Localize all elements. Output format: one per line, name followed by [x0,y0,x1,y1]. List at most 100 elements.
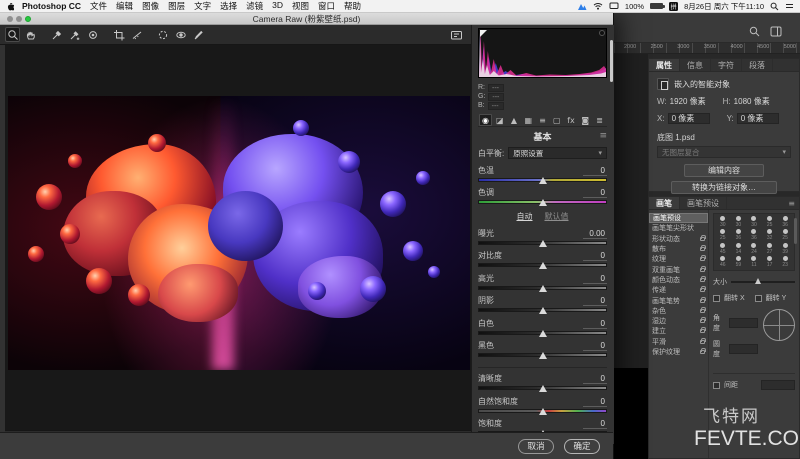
shadow-clipping-marker[interactable] [480,30,487,37]
panel-tab-icon[interactable]: ◉ [479,114,492,126]
slider-track[interactable] [478,386,607,390]
slider-thumb[interactable] [539,408,547,415]
slider-thumb[interactable] [539,262,547,269]
panel-tab-icon[interactable]: ◙ [579,114,592,126]
slider-track[interactable] [478,331,607,335]
scrollbar-thumb[interactable] [794,218,797,244]
slider-value[interactable]: 0 [583,251,607,261]
spacing-checkbox[interactable] [713,382,720,389]
panel-tab[interactable]: 信息 [680,59,711,71]
menu-item[interactable]: 图像 [142,0,159,12]
zoom-tool[interactable] [5,27,20,42]
menu-item[interactable]: 文字 [194,0,211,12]
menu-item[interactable]: 窗口 [318,0,335,12]
slider-track[interactable] [478,409,607,413]
red-eye-tool[interactable] [173,27,188,42]
brush-preset[interactable]: 14 [731,242,747,256]
convert-to-linked-button[interactable]: 转换为链接对象… [671,181,777,194]
panel-tab-icon[interactable]: ≡ [536,114,549,126]
white-balance-tool[interactable] [49,27,64,42]
slider-value[interactable]: 0 [583,341,607,351]
brush-preset[interactable]: 25 [762,215,778,229]
brush-preset[interactable]: 32 [762,229,778,243]
highlight-clipping-marker[interactable] [599,30,605,36]
menu-item[interactable]: 滤镜 [246,0,263,12]
brush-preset[interactable]: 39 [777,242,793,256]
auto-link[interactable]: 自动 [517,211,533,222]
slider-value[interactable]: 0 [583,296,607,306]
brush-preset[interactable]: 23 [777,256,793,270]
slider-value[interactable]: 0 [583,397,607,407]
brush-panel-item[interactable]: 传递 [649,285,708,295]
menu-item[interactable]: 图层 [168,0,185,12]
slider-value[interactable]: 0 [583,319,607,329]
slider-track[interactable] [478,286,607,290]
brush-panel-item[interactable]: 纹理 [649,254,708,264]
brush-panel-item[interactable]: 平滑 [649,337,708,347]
white-balance-select[interactable]: 原照设置 ▾ [508,147,607,159]
slider-value[interactable]: 0 [583,374,607,384]
brush-preset[interactable]: 46 [715,256,731,270]
panel-tab-icon[interactable]: ◪ [493,114,506,126]
slider-track[interactable] [478,178,607,182]
menu-item[interactable]: 选择 [220,0,237,12]
apple-menu-icon[interactable] [6,1,14,11]
slider-value[interactable]: 0 [583,166,607,176]
brush-panel-item[interactable]: 双重画笔 [649,264,708,274]
slider-thumb[interactable] [539,285,547,292]
menu-item[interactable]: 视图 [292,0,309,12]
slider-value[interactable]: 0 [583,419,607,429]
slider-thumb[interactable] [539,177,547,184]
angle-dial[interactable] [763,309,795,341]
control-center-icon[interactable] [785,2,794,10]
targeted-adjustment-tool[interactable] [85,27,100,42]
brush-preset[interactable]: 59 [731,256,747,270]
capture-app-icon[interactable] [577,2,587,11]
brush-panel-item[interactable]: 建立 [649,326,708,336]
roundness-field[interactable] [729,344,758,354]
brush-preset[interactable]: 36 [746,229,762,243]
edit-contents-button[interactable]: 编辑内容 [684,164,764,177]
straighten-tool[interactable] [129,27,144,42]
flip-y-checkbox[interactable] [755,295,762,302]
color-sampler-tool[interactable] [67,27,82,42]
brush-preset[interactable]: 45 [715,242,731,256]
brush-panel-item[interactable]: 画笔笔尖形状 [649,223,708,233]
hand-tool[interactable] [23,27,38,42]
slider-value[interactable]: 0 [583,188,607,198]
cancel-button[interactable]: 取消 [518,439,554,454]
layer-comp-select[interactable]: 无图层复合 ▾ [657,146,791,158]
panel-tab-icon[interactable]: fx [565,114,578,126]
preview-image[interactable] [8,96,470,370]
brush-preset[interactable]: 27 [762,242,778,256]
menu-item[interactable]: 文件 [90,0,107,12]
slider-value[interactable]: 0 [583,274,607,284]
brush-preset[interactable]: 30 [731,215,747,229]
wifi-icon[interactable] [593,2,603,10]
menu-item[interactable]: 编辑 [116,0,133,12]
panel-tab-icon[interactable]: ▢ [550,114,563,126]
brush-preset[interactable]: 30 [715,215,731,229]
app-menu[interactable]: Photoshop CC [22,1,81,11]
panel-tab[interactable]: 画笔 [649,197,680,209]
slider-thumb[interactable] [539,307,547,314]
scrollbar-thumb[interactable] [610,40,613,82]
angle-field[interactable] [729,318,758,328]
zoom-window-button[interactable] [25,16,31,22]
panel-menu-icon[interactable]: ≡ [788,199,795,208]
panel-tab[interactable]: 字符 [711,59,742,71]
brush-panel-item[interactable]: 散布 [649,244,708,254]
brush-preset[interactable]: 30 [746,215,762,229]
menu-item[interactable]: 帮助 [344,0,361,12]
slider-track[interactable] [478,353,607,357]
display-icon[interactable] [609,2,619,10]
close-button[interactable] [7,16,13,22]
spot-removal-tool[interactable] [155,27,170,42]
brush-panel-item[interactable]: 颜色动态 [649,275,708,285]
brush-panel-item[interactable]: 湿边 [649,316,708,326]
panel-tab-icon[interactable]: ≣ [593,114,606,126]
brush-preset[interactable]: 25 [777,229,793,243]
dialog-titlebar[interactable]: Camera Raw (粉紫壁纸.psd) [0,13,613,25]
brush-panel-item[interactable]: 形状动态 [649,234,708,244]
slider-track[interactable] [478,200,607,204]
